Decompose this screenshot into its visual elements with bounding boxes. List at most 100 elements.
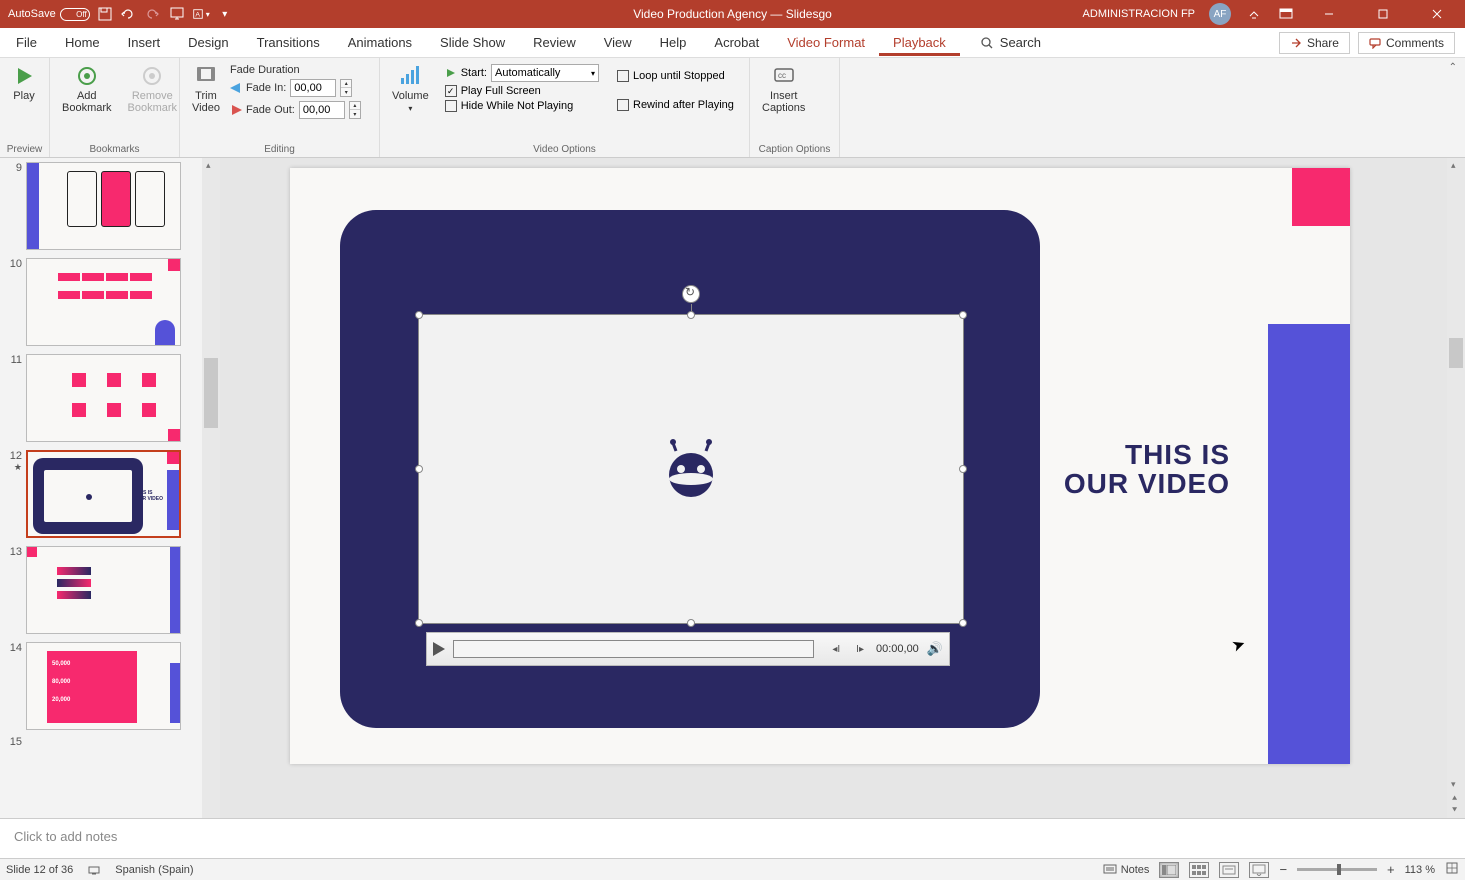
collapse-ribbon-icon[interactable]: ⌃ bbox=[1449, 62, 1457, 73]
tab-review[interactable]: Review bbox=[519, 30, 590, 55]
video-object[interactable] bbox=[418, 314, 964, 624]
play-full-screen-checkbox[interactable]: ✓ bbox=[445, 85, 457, 97]
autosave-state: Off bbox=[60, 8, 90, 21]
search-button[interactable]: Search bbox=[980, 35, 1041, 50]
svg-text:A: A bbox=[195, 12, 200, 19]
tab-home[interactable]: Home bbox=[51, 30, 114, 55]
player-timeline[interactable] bbox=[453, 640, 814, 658]
rewind-checkbox[interactable] bbox=[617, 99, 629, 111]
minimize-button[interactable] bbox=[1309, 0, 1349, 28]
zoom-level[interactable]: 113 % bbox=[1405, 864, 1435, 876]
slide-sorter-view-button[interactable] bbox=[1189, 862, 1209, 878]
preview-group-label: Preview bbox=[6, 142, 43, 155]
selection-handle[interactable] bbox=[415, 619, 423, 627]
selection-handle[interactable] bbox=[959, 619, 967, 627]
tab-slideshow[interactable]: Slide Show bbox=[426, 30, 519, 55]
avatar[interactable]: AF bbox=[1209, 3, 1231, 25]
fade-in-spinner[interactable]: ▴▾ bbox=[340, 79, 352, 97]
play-button[interactable]: Play bbox=[6, 62, 42, 104]
fade-out-label: Fade Out: bbox=[246, 104, 295, 116]
scroll-handle[interactable] bbox=[1449, 338, 1463, 368]
fade-out-spinner[interactable]: ▴▾ bbox=[349, 101, 361, 119]
selection-handle[interactable] bbox=[415, 311, 423, 319]
add-bookmark-button[interactable]: Add Bookmark bbox=[56, 62, 118, 116]
save-icon[interactable] bbox=[96, 5, 114, 23]
qat-dropdown-icon[interactable]: ▾ bbox=[216, 5, 234, 23]
selection-handle[interactable] bbox=[687, 619, 695, 627]
zoom-slider[interactable] bbox=[1297, 868, 1377, 871]
pink-accent-shape bbox=[1292, 168, 1350, 226]
notes-toggle[interactable]: Notes bbox=[1103, 864, 1150, 876]
slideshow-view-button[interactable] bbox=[1249, 862, 1269, 878]
present-from-start-icon[interactable] bbox=[168, 5, 186, 23]
fit-to-window-button[interactable] bbox=[1445, 861, 1459, 878]
player-volume-icon[interactable]: 🔊 bbox=[927, 641, 943, 657]
coming-soon-icon[interactable] bbox=[1245, 5, 1263, 23]
group-caption-options: cc Insert Captions Caption Options bbox=[750, 58, 840, 157]
thumb-13[interactable]: 13 bbox=[0, 542, 220, 638]
comments-button[interactable]: Comments bbox=[1358, 32, 1455, 54]
maximize-button[interactable] bbox=[1363, 0, 1403, 28]
thumb-scroll-handle[interactable] bbox=[204, 358, 218, 428]
close-button[interactable] bbox=[1417, 0, 1457, 28]
thumb-9[interactable]: 9 bbox=[0, 158, 220, 254]
player-step-forward-button[interactable]: I▸ bbox=[852, 644, 868, 655]
reading-view-button[interactable] bbox=[1219, 862, 1239, 878]
tab-animations[interactable]: Animations bbox=[334, 30, 426, 55]
ribbon-mode-icon[interactable] bbox=[1277, 5, 1295, 23]
trim-video-label: Trim Video bbox=[192, 90, 220, 114]
trim-video-button[interactable]: Trim Video bbox=[186, 62, 226, 116]
selection-handle[interactable] bbox=[687, 311, 695, 319]
rotate-handle[interactable] bbox=[682, 285, 700, 303]
autosave-toggle[interactable]: AutoSave Off bbox=[8, 8, 90, 21]
thumb-15[interactable]: 15 bbox=[0, 732, 220, 752]
accessibility-status-icon[interactable] bbox=[87, 861, 101, 878]
selection-handle[interactable] bbox=[959, 465, 967, 473]
language-status[interactable]: Spanish (Spain) bbox=[115, 864, 193, 876]
tab-acrobat[interactable]: Acrobat bbox=[700, 30, 773, 55]
zoom-out-button[interactable]: − bbox=[1279, 862, 1287, 877]
accessibility-icon[interactable]: A ▾ bbox=[192, 5, 210, 23]
thumb-scrollbar[interactable]: ▴ bbox=[202, 158, 220, 818]
zoom-in-button[interactable]: + bbox=[1387, 862, 1395, 877]
share-button[interactable]: Share bbox=[1279, 32, 1350, 54]
fade-out-input[interactable] bbox=[299, 101, 345, 119]
thumb-12[interactable]: 12 ★ THIS ISOUR VIDEO bbox=[0, 446, 220, 542]
start-select[interactable]: Automatically ▾ bbox=[491, 64, 599, 82]
thumb-11[interactable]: 11 bbox=[0, 350, 220, 446]
editor-scrollbar-v[interactable]: ▴ ▾ ⯅ ⯆ bbox=[1447, 158, 1465, 818]
account-name[interactable]: ADMINISTRACION FP bbox=[1083, 8, 1195, 20]
tab-design[interactable]: Design bbox=[174, 30, 242, 55]
slide-counter[interactable]: Slide 12 of 36 bbox=[6, 864, 73, 876]
tab-file[interactable]: File bbox=[2, 30, 51, 55]
tab-insert[interactable]: Insert bbox=[114, 30, 175, 55]
thumb-number: 15 bbox=[6, 736, 22, 748]
thumb-10[interactable]: 10 bbox=[0, 254, 220, 350]
selection-handle[interactable] bbox=[959, 311, 967, 319]
player-play-button[interactable] bbox=[433, 642, 445, 656]
volume-button[interactable]: Volume ▾ bbox=[386, 62, 435, 115]
insert-captions-button[interactable]: cc Insert Captions bbox=[756, 62, 811, 116]
tab-view[interactable]: View bbox=[590, 30, 646, 55]
editing-group-label: Editing bbox=[186, 142, 373, 155]
fade-in-input[interactable] bbox=[290, 79, 336, 97]
tab-transitions[interactable]: Transitions bbox=[243, 30, 334, 55]
notes-pane[interactable]: Click to add notes bbox=[0, 818, 1465, 858]
thumb-14[interactable]: 14 50,00080,00020,000 bbox=[0, 638, 220, 734]
tab-help[interactable]: Help bbox=[646, 30, 701, 55]
slide-title-text[interactable]: THIS IS OUR VIDEO bbox=[1064, 440, 1230, 499]
thumb-number: 14 bbox=[6, 642, 22, 654]
tab-playback[interactable]: Playback bbox=[879, 30, 960, 56]
redo-icon[interactable] bbox=[144, 5, 162, 23]
captions-icon: cc bbox=[772, 64, 796, 88]
hide-while-not-playing-checkbox[interactable] bbox=[445, 100, 457, 112]
zoom-slider-thumb[interactable] bbox=[1337, 864, 1341, 875]
player-step-back-button[interactable]: ◂I bbox=[828, 644, 844, 655]
undo-icon[interactable] bbox=[120, 5, 138, 23]
slide-canvas[interactable]: THIS IS OUR VIDEO bbox=[290, 168, 1350, 764]
normal-view-button[interactable] bbox=[1159, 862, 1179, 878]
selection-handle[interactable] bbox=[415, 465, 423, 473]
loop-checkbox[interactable] bbox=[617, 70, 629, 82]
tab-video-format[interactable]: Video Format bbox=[773, 30, 879, 55]
bookmark-add-icon bbox=[75, 64, 99, 88]
